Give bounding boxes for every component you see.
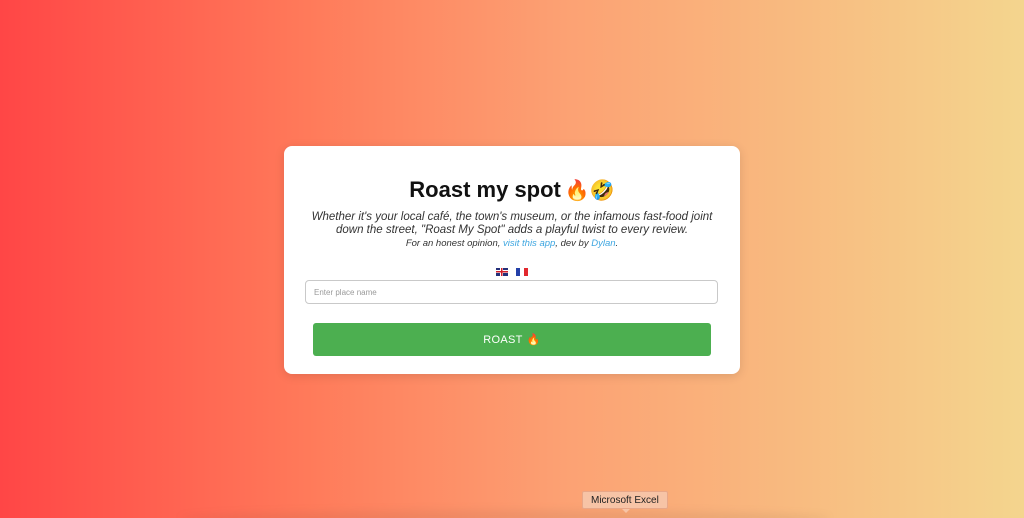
fire-icon: 🔥 <box>526 334 541 346</box>
title-text: Roast my spot <box>409 177 561 202</box>
dock-tooltip: Microsoft Excel <box>582 491 668 513</box>
byline: For an honest opinion, visit this app, d… <box>284 238 740 249</box>
dock-shadow <box>180 510 830 518</box>
fr-flag-icon[interactable] <box>516 267 529 276</box>
roast-card: Roast my spot 🔥🤣 Whether it's your local … <box>284 146 740 374</box>
byline-prefix: For an honest opinion, <box>405 238 504 249</box>
dev-dylan-link[interactable]: Dylan <box>591 238 615 249</box>
app-description: Whether it's your local café, the town's… <box>311 211 713 236</box>
fire-laugh-emoji-icon: 🔥🤣 <box>564 180 615 202</box>
roast-button-label: ROAST <box>483 333 523 346</box>
visit-app-link[interactable]: visit this app <box>503 238 555 249</box>
language-switcher <box>284 265 740 277</box>
uk-flag-icon[interactable] <box>495 267 508 276</box>
roast-button[interactable]: ROAST 🔥 <box>313 323 711 356</box>
place-name-input[interactable] <box>305 280 718 304</box>
byline-suffix: . <box>615 238 619 249</box>
page-title: Roast my spot 🔥🤣 <box>284 175 740 206</box>
byline-middle: , dev by <box>555 238 592 249</box>
